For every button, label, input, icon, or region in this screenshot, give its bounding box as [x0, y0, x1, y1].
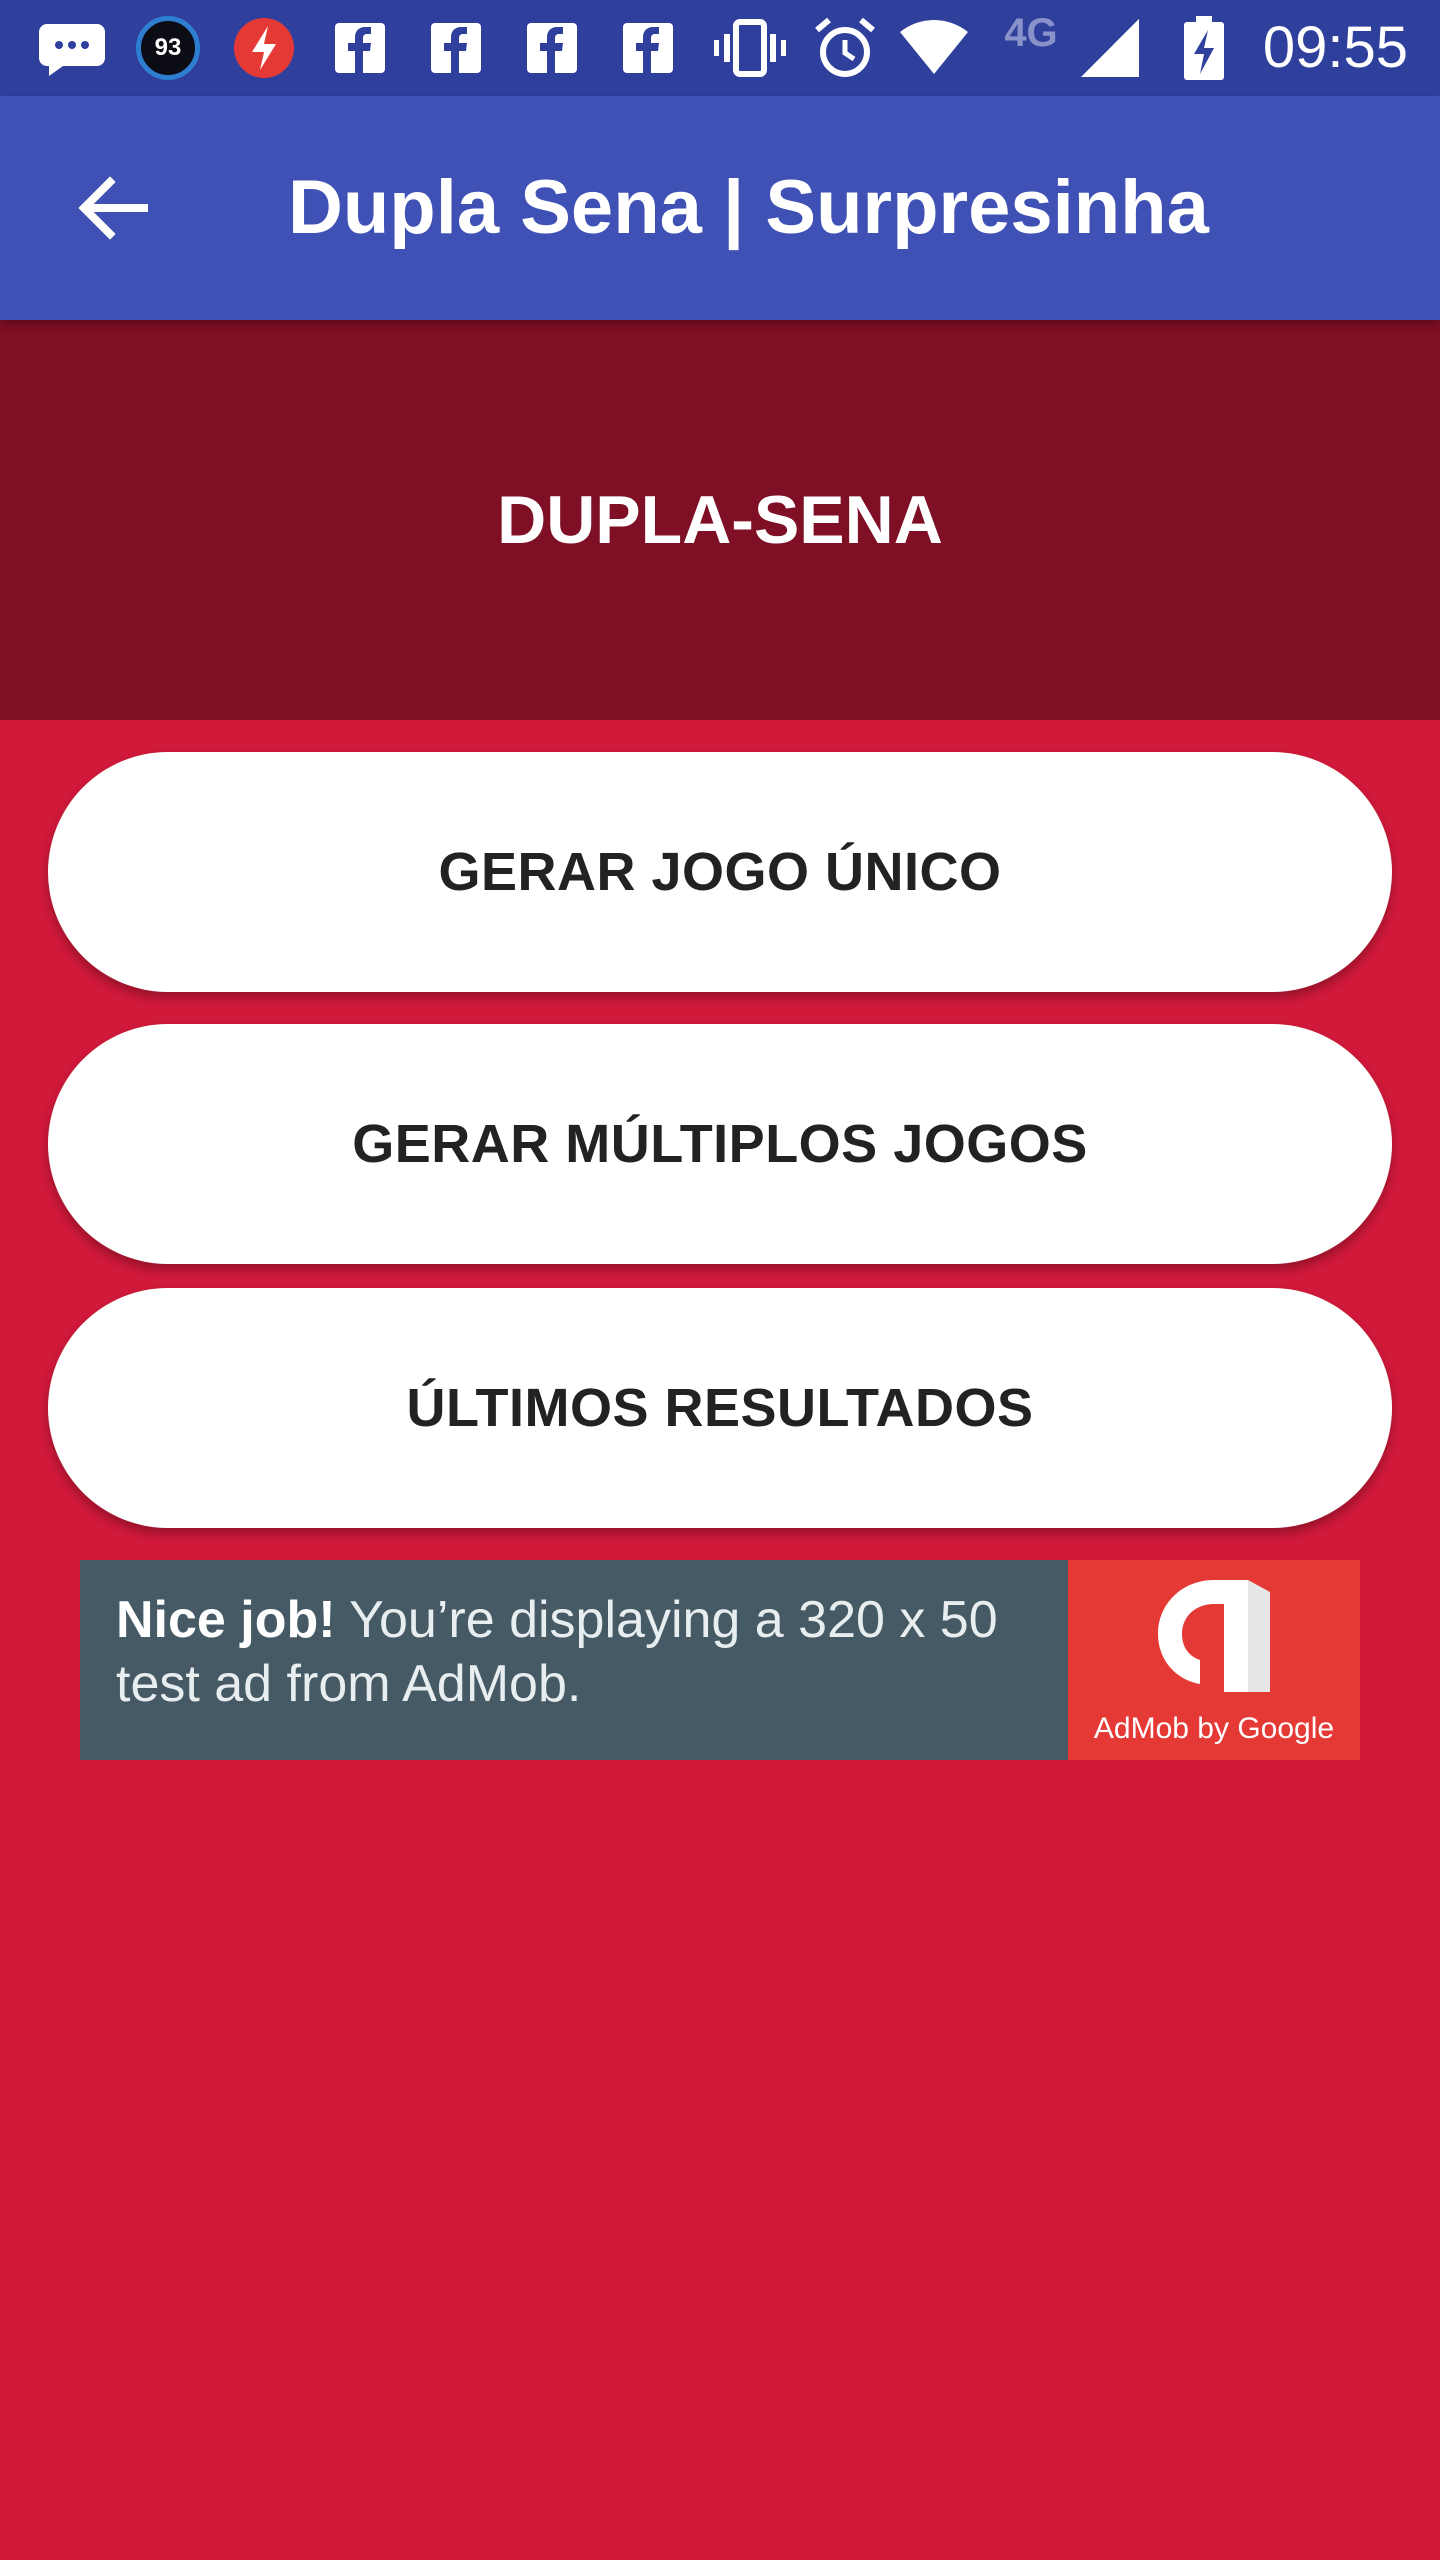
generate-multiple-games-label: GERAR MÚLTIPLOS JOGOS	[352, 1114, 1088, 1174]
generate-single-game-button[interactable]: GERAR JOGO ÚNICO	[48, 752, 1392, 992]
facebook-icon	[426, 14, 486, 82]
back-button[interactable]	[56, 152, 168, 264]
admob-logo-area: AdMob by Google	[1068, 1560, 1360, 1760]
generate-single-game-label: GERAR JOGO ÚNICO	[438, 842, 1002, 902]
admob-test-ad-banner[interactable]: Nice job! You’re displaying a 320 x 50 t…	[80, 1560, 1360, 1760]
flash-app-icon	[230, 14, 298, 82]
facebook-icon	[618, 14, 678, 82]
last-results-label: ÚLTIMOS RESULTADOS	[406, 1378, 1034, 1438]
game-title: DUPLA-SENA	[497, 482, 943, 558]
signal-icon	[1078, 14, 1142, 82]
generate-multiple-games-button[interactable]: GERAR MÚLTIPLOS JOGOS	[48, 1024, 1392, 1264]
alarm-icon	[812, 14, 878, 82]
chat-bubble-icon	[36, 14, 108, 82]
admob-logo-icon	[1158, 1580, 1270, 1692]
arrow-back-icon	[78, 176, 148, 240]
vibrate-icon	[712, 14, 788, 82]
battery-charging-icon	[1180, 14, 1228, 82]
app-bar: Dupla Sena | Surpresinha	[0, 96, 1440, 320]
app-title: Dupla Sena | Surpresinha	[288, 165, 1209, 250]
battery-saver-93-icon: 93	[134, 14, 202, 82]
notification-count: 93	[154, 34, 182, 61]
ad-text: Nice job! You’re displaying a 320 x 50 t…	[80, 1560, 1068, 1760]
last-results-button[interactable]: ÚLTIMOS RESULTADOS	[48, 1288, 1392, 1528]
wifi-icon	[898, 14, 970, 82]
status-time: 09:55	[1262, 15, 1408, 80]
game-header: DUPLA-SENA	[0, 320, 1440, 720]
facebook-icon	[330, 14, 390, 82]
admob-brand-label: AdMob by Google	[1093, 1712, 1335, 1745]
facebook-icon	[522, 14, 582, 82]
ad-bold-text: Nice job!	[116, 1591, 336, 1649]
network-type-label: 4G	[1004, 10, 1058, 55]
status-bar: 93 4G 09:55	[0, 0, 1440, 96]
